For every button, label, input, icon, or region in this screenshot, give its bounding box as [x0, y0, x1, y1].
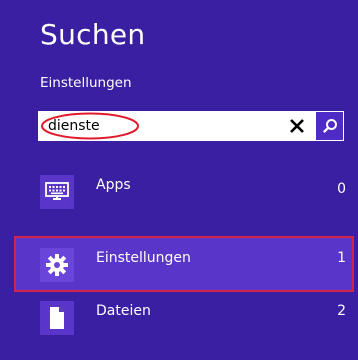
result-count: 2 — [337, 303, 346, 319]
result-count: 1 — [337, 250, 346, 266]
result-files[interactable]: Dateien 2 — [14, 288, 354, 344]
result-label: Apps — [96, 177, 131, 193]
apps-tile — [40, 175, 74, 209]
result-label: Dateien — [96, 303, 151, 319]
clear-button[interactable] — [285, 114, 309, 138]
result-apps[interactable]: Apps 0 — [14, 162, 354, 218]
search-scope-label[interactable]: Einstellungen — [40, 74, 132, 92]
result-label: Einstellungen — [96, 250, 191, 266]
keyboard-icon — [45, 182, 69, 200]
settings-tile — [40, 248, 74, 282]
search-box — [38, 111, 344, 141]
panel-title: Suchen — [40, 18, 146, 51]
gear-icon — [46, 254, 68, 276]
result-settings[interactable]: Einstellungen 1 — [14, 236, 354, 292]
search-icon — [322, 119, 337, 134]
search-submit-button[interactable] — [316, 112, 343, 140]
search-charm-panel: Suchen Einstellungen dienste Apps 0 Eins… — [0, 0, 358, 360]
document-icon — [50, 307, 64, 329]
files-tile — [40, 301, 74, 335]
search-input[interactable] — [38, 111, 282, 141]
result-count: 0 — [337, 181, 346, 197]
close-icon — [290, 119, 304, 133]
